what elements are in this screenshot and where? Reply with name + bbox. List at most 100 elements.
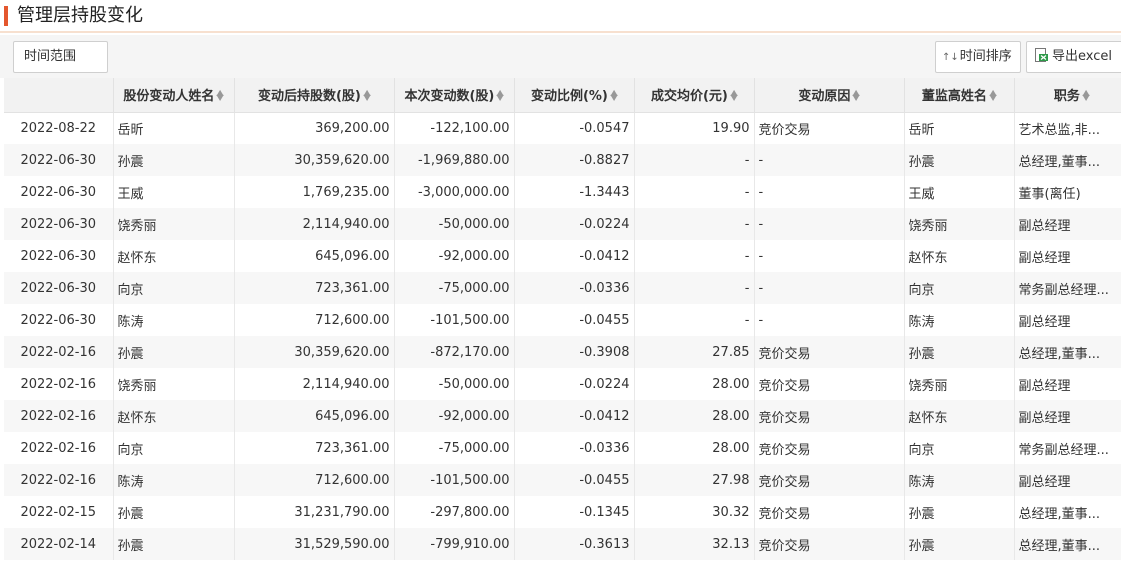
cell-reason: 竞价交易 [754, 464, 905, 496]
column-header-label: 变动原因 [798, 89, 851, 105]
cell-after-holding: 31,529,590.00 [234, 528, 395, 560]
table-row: 2022-08-22 岳昕 369,200.00 -122,100.00 -0.0547… [4, 112, 1121, 144]
cell-position: 艺术总监,非... [1014, 112, 1121, 144]
sort-arrows-icon[interactable]: ▲ ▼ [853, 89, 860, 102]
column-ratio-header[interactable]: 变动比例(%) ▲ ▼ [514, 78, 635, 113]
column-header-label: 职务 [1053, 89, 1080, 105]
table-row: 2022-02-16 赵怀东 645,096.00 -92,000.00 -0.0412… [4, 400, 1121, 432]
excel-icon [1035, 48, 1048, 62]
cell-executive: 孙震 [904, 528, 1015, 560]
cell-reason: - [754, 144, 905, 176]
column-avg-price-header[interactable]: 成交均价(元) ▲ ▼ [634, 78, 755, 113]
column-reason-header[interactable]: 变动原因 ▲ ▼ [754, 78, 905, 113]
column-person-header[interactable]: 股份变动人姓名 ▲ ▼ [113, 78, 235, 113]
sort-arrows-icon[interactable]: ▲ ▼ [610, 89, 617, 102]
cell-reason: - [754, 208, 905, 240]
cell-ratio: -0.0455 [514, 304, 635, 336]
title-accent-bar [4, 6, 8, 26]
cell-position: 常务副总经理... [1014, 272, 1121, 304]
cell-after-holding: 723,361.00 [234, 432, 395, 464]
cell-avg-price: 28.00 [634, 400, 755, 432]
cell-person: 孙震 [113, 144, 235, 176]
cell-position: 副总经理 [1014, 400, 1121, 432]
cell-avg-price: - [634, 144, 755, 176]
cell-change: -101,500.00 [394, 464, 515, 496]
export-excel-button[interactable]: 导出excel [1026, 41, 1121, 73]
sort-icon: ↑↓ [942, 52, 959, 63]
cell-avg-price: 27.98 [634, 464, 755, 496]
cell-change: -3,000,000.00 [394, 176, 515, 208]
sort-arrows-icon[interactable]: ▲ ▼ [989, 89, 996, 102]
table-row: 2022-02-16 向京 723,361.00 -75,000.00 -0.0336 2… [4, 432, 1121, 464]
column-executive-header[interactable]: 董监高姓名 ▲ ▼ [904, 78, 1015, 113]
cell-ratio: -0.0455 [514, 464, 635, 496]
cell-avg-price: 19.90 [634, 112, 755, 144]
cell-ratio: -0.0336 [514, 272, 635, 304]
cell-change: -50,000.00 [394, 208, 515, 240]
cell-position: 副总经理 [1014, 208, 1121, 240]
cell-ratio: -0.3613 [514, 528, 635, 560]
cell-after-holding: 369,200.00 [234, 112, 395, 144]
cell-change: -101,500.00 [394, 304, 515, 336]
cell-ratio: -0.3908 [514, 336, 635, 368]
column-after-holding-header[interactable]: 变动后持股数(股) ▲ ▼ [234, 78, 395, 113]
cell-avg-price: - [634, 272, 755, 304]
section-header: 管理层持股变化 [0, 0, 1121, 33]
cell-reason: 竞价交易 [754, 496, 905, 528]
table-row: 2022-06-30 饶秀丽 2,114,940.00 -50,000.00 -0.02… [4, 208, 1121, 240]
column-position-header[interactable]: 职务 ▲ ▼ [1014, 78, 1121, 113]
cell-reason: 竞价交易 [754, 432, 905, 464]
table-row: 2022-06-30 孙震 30,359,620.00 -1,969,880.00 -0… [4, 144, 1121, 176]
cell-person: 饶秀丽 [113, 208, 235, 240]
time-sort-button[interactable]: ↑↓时间排序 [935, 41, 1021, 73]
cell-after-holding: 723,361.00 [234, 272, 395, 304]
cell-ratio: -0.0224 [514, 208, 635, 240]
cell-avg-price: 28.00 [634, 432, 755, 464]
cell-after-holding: 30,359,620.00 [234, 336, 395, 368]
cell-date: 2022-06-30 [4, 176, 114, 208]
sort-arrows-icon[interactable]: ▲ ▼ [217, 89, 224, 102]
cell-date: 2022-02-16 [4, 368, 114, 400]
sort-arrows-icon[interactable]: ▲ ▼ [730, 89, 737, 102]
cell-date: 2022-08-22 [4, 112, 114, 144]
cell-date: 2022-02-16 [4, 464, 114, 496]
cell-executive: 陈涛 [904, 304, 1015, 336]
cell-executive: 饶秀丽 [904, 368, 1015, 400]
table-row: 2022-02-14 孙震 31,529,590.00 -799,910.00 -0.3… [4, 528, 1121, 560]
cell-position: 副总经理 [1014, 368, 1121, 400]
cell-ratio: -0.0412 [514, 400, 635, 432]
time-range-button[interactable]: 时间范围 [13, 41, 108, 73]
cell-position: 总经理,董事... [1014, 336, 1121, 368]
export-excel-label: 导出excel [1052, 49, 1112, 64]
column-change-header[interactable]: 本次变动数(股) ▲ ▼ [394, 78, 515, 113]
cell-change: -799,910.00 [394, 528, 515, 560]
cell-date: 2022-02-16 [4, 432, 114, 464]
cell-ratio: -0.0336 [514, 432, 635, 464]
cell-after-holding: 645,096.00 [234, 400, 395, 432]
cell-ratio: -0.1345 [514, 496, 635, 528]
cell-after-holding: 1,769,235.00 [234, 176, 395, 208]
cell-avg-price: 30.32 [634, 496, 755, 528]
sort-arrows-icon[interactable]: ▲ ▼ [363, 89, 370, 102]
cell-after-holding: 2,114,940.00 [234, 208, 395, 240]
cell-change: -122,100.00 [394, 112, 515, 144]
cell-person: 赵怀东 [113, 240, 235, 272]
column-header-label: 董监高姓名 [921, 89, 987, 105]
cell-reason: - [754, 176, 905, 208]
cell-reason: 竞价交易 [754, 528, 905, 560]
table-row: 2022-06-30 陈涛 712,600.00 -101,500.00 -0.0455… [4, 304, 1121, 336]
cell-reason: 竞价交易 [754, 368, 905, 400]
cell-executive: 岳昕 [904, 112, 1015, 144]
cell-person: 饶秀丽 [113, 368, 235, 400]
cell-person: 孙震 [113, 336, 235, 368]
column-header-label: 本次变动数(股) [404, 89, 495, 105]
cell-ratio: -0.0224 [514, 368, 635, 400]
cell-executive: 孙震 [904, 496, 1015, 528]
cell-change: -92,000.00 [394, 240, 515, 272]
cell-avg-price: 28.00 [634, 368, 755, 400]
sort-arrows-icon[interactable]: ▲ ▼ [1082, 89, 1089, 102]
cell-avg-price: - [634, 304, 755, 336]
sort-arrows-icon[interactable]: ▲ ▼ [497, 89, 504, 102]
column-header-label: 成交均价(元) [650, 89, 728, 105]
column-header-label: 股份变动人姓名 [123, 89, 215, 105]
